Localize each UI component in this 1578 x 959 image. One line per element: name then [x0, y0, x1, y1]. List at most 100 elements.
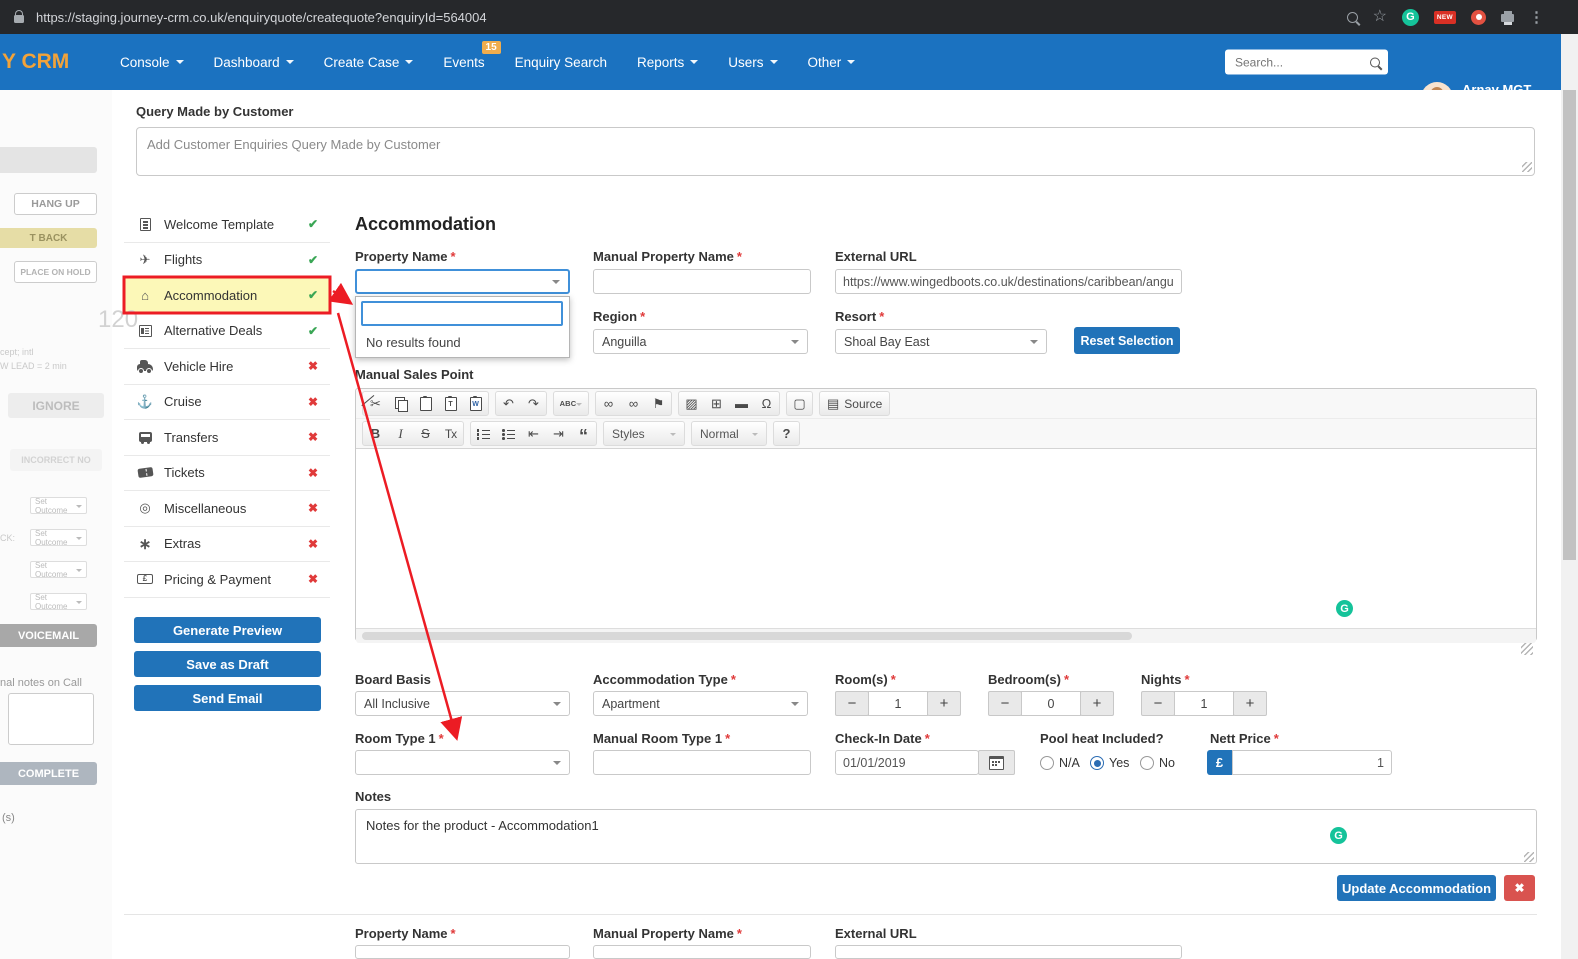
bullet-list-icon[interactable]: [496, 422, 521, 445]
paste-from-word-icon[interactable]: [463, 392, 488, 415]
editor-resize-grip[interactable]: [1521, 643, 1533, 655]
section-item-pricing-payment[interactable]: Pricing & Payment✖: [124, 562, 330, 598]
format-dropdown[interactable]: Normal: [691, 421, 767, 446]
send-email-button[interactable]: Send Email: [134, 685, 321, 711]
rooms-value[interactable]: 1: [868, 691, 928, 716]
bedrooms-increment-button[interactable]: +: [1080, 691, 1114, 716]
external-url-input[interactable]: [835, 269, 1182, 294]
place-on-hold-button[interactable]: PLACE ON HOLD: [14, 261, 97, 283]
extension-icon[interactable]: [1471, 10, 1486, 25]
remove-accommodation-button[interactable]: ✖: [1504, 875, 1535, 901]
pool-heat-option-no[interactable]: No: [1140, 756, 1175, 770]
nights-value[interactable]: 1: [1174, 691, 1234, 716]
check-in-date-input[interactable]: [835, 750, 979, 775]
bold-icon[interactable]: B: [363, 422, 388, 445]
dropdown-search-input[interactable]: [361, 301, 563, 326]
radio-selected-icon[interactable]: [1090, 756, 1104, 770]
ignore-button[interactable]: IGNORE: [8, 393, 104, 418]
special-char-icon[interactable]: Ω: [754, 392, 779, 415]
reset-selection-button[interactable]: Reset Selection: [1074, 327, 1180, 354]
help-icon[interactable]: ?: [774, 422, 799, 445]
nett-price-input[interactable]: [1232, 750, 1392, 775]
styles-dropdown[interactable]: Styles: [603, 421, 685, 446]
scrollbar-thumb[interactable]: [1563, 90, 1576, 560]
remove-format-icon[interactable]: Tx: [438, 422, 463, 445]
numbered-list-icon[interactable]: [471, 422, 496, 445]
app-logo[interactable]: Y CRM: [2, 50, 69, 74]
manual-property-name-input[interactable]: [593, 945, 811, 959]
section-item-extras[interactable]: ∗Extras✖: [124, 527, 330, 563]
nav-item-console[interactable]: Console: [120, 55, 184, 70]
scrollbar-thumb[interactable]: [362, 632, 1132, 640]
room-type-select[interactable]: [355, 750, 570, 775]
radio-icon[interactable]: [1140, 756, 1154, 770]
italic-icon[interactable]: I: [388, 422, 413, 445]
unlink-icon[interactable]: ∞: [621, 392, 646, 415]
nav-item-events[interactable]: Events15: [443, 55, 484, 70]
incorrect-no-button[interactable]: INCORRECT NO: [10, 449, 102, 471]
increase-indent-icon[interactable]: ⇥: [546, 422, 571, 445]
section-item-welcome-template[interactable]: Welcome Template✔: [124, 207, 330, 243]
printer-icon[interactable]: [1501, 14, 1514, 22]
notes-resize-grip[interactable]: [1524, 852, 1534, 862]
nav-item-other[interactable]: Other: [808, 55, 856, 70]
generate-preview-button[interactable]: Generate Preview: [134, 617, 321, 643]
section-item-cruise[interactable]: ⚓Cruise✖: [124, 385, 330, 421]
zoom-icon[interactable]: [1347, 12, 1358, 23]
property-name-select[interactable]: [355, 945, 570, 959]
save-as-draft-button[interactable]: Save as Draft: [134, 651, 321, 677]
strikethrough-icon[interactable]: S: [413, 422, 438, 445]
set-outcome-select[interactable]: Set Outcome: [30, 529, 87, 546]
bedrooms-value[interactable]: 0: [1021, 691, 1081, 716]
nav-item-dashboard[interactable]: Dashboard: [214, 55, 294, 70]
image-icon[interactable]: ▨: [679, 392, 704, 415]
property-name-select[interactable]: [355, 269, 570, 294]
region-select[interactable]: Anguilla: [593, 329, 808, 354]
pool-heat-option-na[interactable]: N/A: [1040, 756, 1080, 770]
hang-up-button[interactable]: HANG UP: [14, 193, 97, 215]
copy-icon[interactable]: [388, 392, 413, 415]
paste-icon[interactable]: [413, 392, 438, 415]
editor-body[interactable]: [356, 449, 1536, 628]
nav-item-enquiry-search[interactable]: Enquiry Search: [515, 55, 607, 70]
complete-button[interactable]: COMPLETE: [0, 762, 97, 785]
new-extension-badge[interactable]: NEW: [1434, 11, 1456, 24]
manual-room-type-input[interactable]: [593, 750, 811, 775]
query-input[interactable]: [136, 127, 1535, 176]
external-url-input[interactable]: [835, 945, 1182, 959]
set-outcome-select[interactable]: Set Outcome: [30, 497, 87, 514]
rooms-decrement-button[interactable]: −: [835, 691, 869, 716]
search-input[interactable]: [1233, 54, 1364, 70]
update-accommodation-button[interactable]: Update Accommodation: [1337, 875, 1496, 901]
grammarly-icon[interactable]: [1330, 827, 1347, 844]
accommodation-type-select[interactable]: Apartment: [593, 691, 808, 716]
nights-increment-button[interactable]: +: [1233, 691, 1267, 716]
voicemail-button[interactable]: VOICEMAIL: [0, 624, 97, 647]
board-basis-select[interactable]: All Inclusive: [355, 691, 570, 716]
notes-textarea[interactable]: Notes for the product - Accommodation1: [355, 809, 1537, 864]
section-item-transfers[interactable]: Transfers✖: [124, 420, 330, 456]
set-outcome-select[interactable]: Set Outcome: [30, 593, 87, 610]
grammarly-extension-icon[interactable]: [1402, 9, 1419, 26]
address-bar[interactable]: https://staging.journey-crm.co.uk/enquir…: [36, 10, 1335, 25]
nav-item-reports[interactable]: Reports: [637, 55, 698, 70]
source-button[interactable]: Source: [844, 397, 882, 411]
maximize-icon[interactable]: ▢: [787, 392, 812, 415]
nav-item-users[interactable]: Users: [728, 55, 777, 70]
calendar-button[interactable]: [978, 750, 1015, 775]
section-item-miscellaneous[interactable]: ◎Miscellaneous✖: [124, 491, 330, 527]
anchor-flag-icon[interactable]: ⚑: [646, 392, 671, 415]
rooms-increment-button[interactable]: +: [927, 691, 961, 716]
grammarly-icon[interactable]: [1336, 600, 1353, 617]
section-item-accommodation[interactable]: ⌂Accommodation✔: [124, 278, 330, 314]
bedrooms-decrement-button[interactable]: −: [988, 691, 1022, 716]
call-notes-textarea[interactable]: [8, 693, 94, 745]
paste-plain-text-icon[interactable]: [438, 392, 463, 415]
table-icon[interactable]: ⊞: [704, 392, 729, 415]
horizontal-rule-icon[interactable]: ▬: [729, 392, 754, 415]
radio-icon[interactable]: [1040, 756, 1054, 770]
set-outcome-select[interactable]: Set Outcome: [30, 561, 87, 578]
cut-icon[interactable]: ✂: [363, 392, 388, 415]
section-item-flights[interactable]: ✈Flights✔: [124, 243, 330, 279]
search-icon[interactable]: [1370, 57, 1380, 67]
